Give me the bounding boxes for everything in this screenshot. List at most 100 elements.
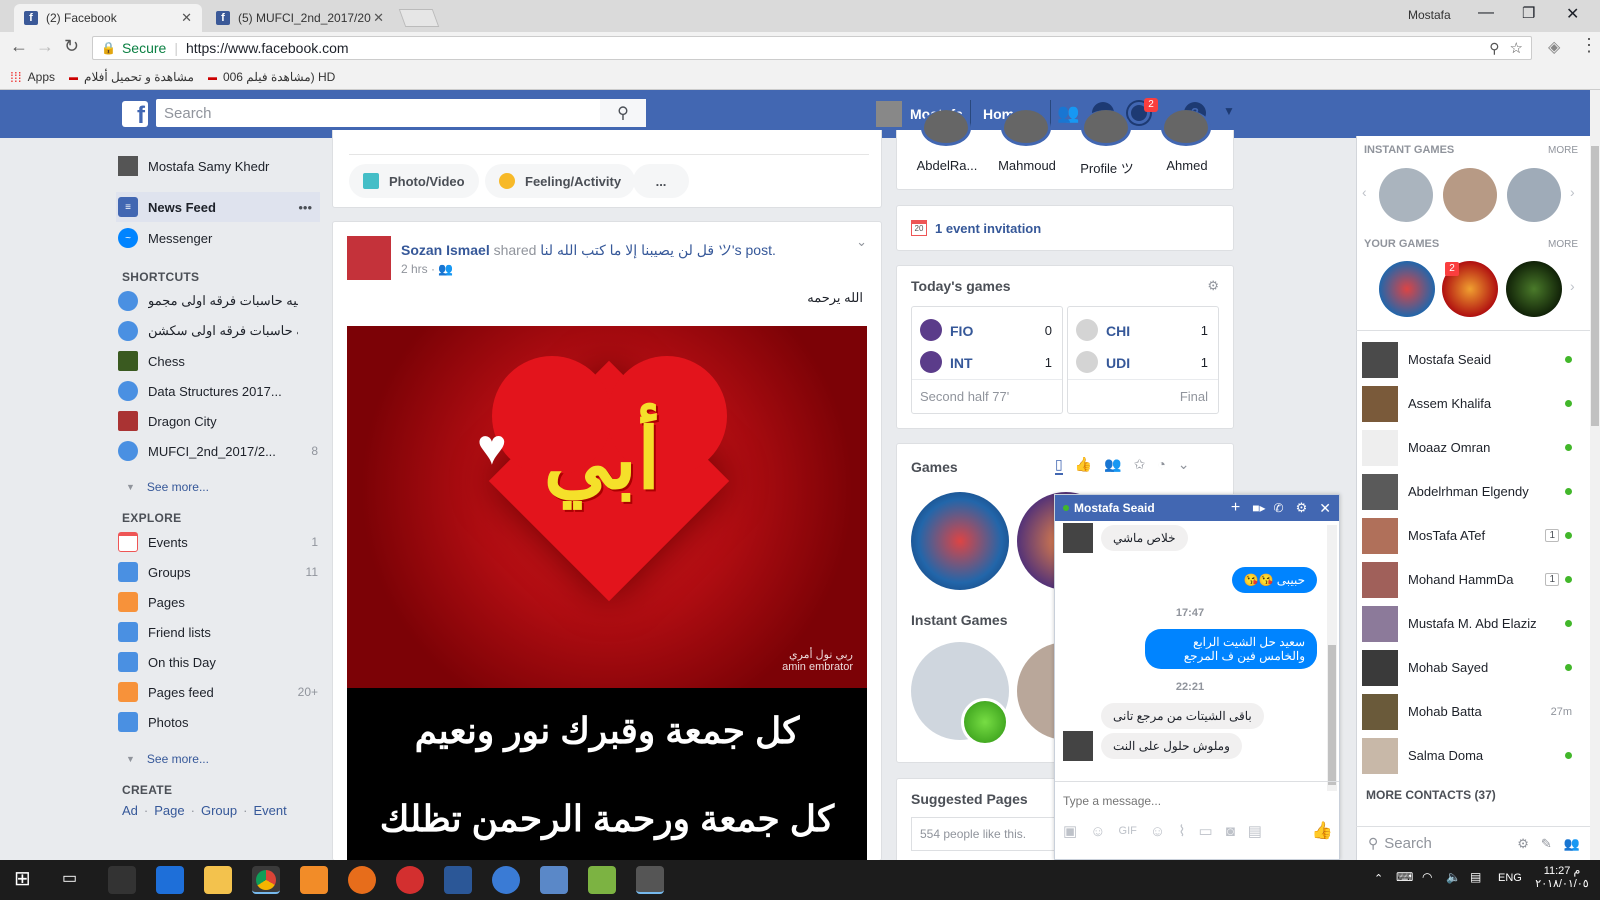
shortcut-item[interactable]: كليه حاسبات فرقه اولى مجمو... [118,286,318,316]
contact-item[interactable]: Salma Doma [1362,734,1572,777]
extension-icon[interactable]: ◈ [1548,37,1560,57]
story-name[interactable]: AbdelRa... [911,158,983,173]
nav-messenger[interactable]: ~ Messenger [118,223,318,253]
facebook-logo-icon[interactable]: f [122,101,148,128]
bookmark-movies[interactable]: مشاهدة و تحميل أفلام [84,70,194,84]
tray-chevron-up-icon[interactable]: ⌃ [1374,872,1383,885]
java-icon[interactable] [636,866,664,894]
firefox-icon[interactable] [348,866,376,894]
avatar[interactable] [876,101,902,127]
story-avatar[interactable] [1081,110,1131,146]
action-center-icon[interactable]: ▤ [1470,870,1481,884]
chevron-right-icon[interactable]: › [1570,278,1575,294]
like-icon[interactable]: 👍 [1075,456,1092,475]
back-arrow-icon[interactable]: ← [10,36,28,57]
sidebar-search[interactable]: ⚲ Search ⚙ ✎ 👥 [1356,826,1590,860]
avatar[interactable] [347,236,391,280]
close-icon[interactable]: ✕ [1319,500,1331,517]
game-icon[interactable]: ▭ [1199,822,1213,840]
story-name[interactable]: Ahmed [1151,158,1223,173]
contact-item[interactable]: Mustafa M. Abd Elaziz [1362,602,1572,645]
contact-item[interactable]: Moaaz Omran [1362,426,1572,469]
edge-icon[interactable] [156,866,184,894]
page-scrollbar[interactable] [1590,90,1600,860]
see-more-explore[interactable]: ▼ See more... [118,744,318,774]
explore-item[interactable]: Pages [118,587,318,617]
attach-icon[interactable]: ⌇ [1178,822,1185,840]
create-ad-link[interactable]: Ad [122,803,138,818]
post-target[interactable]: قل لن يصيبنا إلا ما كتب الله لنا ツ's [540,242,741,258]
explore-item[interactable]: Events 1 [118,527,318,557]
bookmark-film[interactable]: مشاهدة فيلم 006) HD [223,70,335,84]
file-explorer-icon[interactable] [204,866,232,894]
camera-icon[interactable]: ◙ [1226,823,1235,840]
explore-item[interactable]: Pages feed 20+ [118,677,318,707]
app-icon[interactable] [588,866,616,894]
story-avatar[interactable] [1001,110,1051,146]
browser-tab-facebook[interactable]: f (2) Facebook ✕ [14,4,202,32]
bookmark-star-icon[interactable]: ☆ [1510,39,1523,57]
sticker-icon[interactable]: ☺ [1090,823,1105,840]
more-options-icon[interactable]: ••• [298,200,312,215]
story-avatar[interactable] [921,110,971,146]
dev-cpp-icon[interactable] [444,866,472,894]
match-card[interactable]: CHI 1 UDI 1 Final [1067,306,1219,414]
gear-icon[interactable]: ⚙ [1517,836,1529,852]
nav-profile[interactable]: Mostafa Samy Khedr [118,151,318,181]
post-image[interactable]: ♥ أبي ربي نول أمري amin embrator [347,326,867,688]
chevron-down-icon[interactable]: ⌄ [1178,456,1190,475]
feeling-activity-button[interactable]: Feeling/Activity [485,164,636,198]
menu-dots-icon[interactable]: ⋮ [1580,35,1598,56]
new-tab-button[interactable] [398,9,440,27]
post-time[interactable]: 2 hrs · 👥 [401,262,453,276]
gif-icon[interactable]: GIF [1119,825,1137,837]
instant-game-thumb[interactable] [1379,168,1433,222]
story-name[interactable]: Profile ツ [1071,158,1143,177]
story-avatar[interactable] [1161,110,1211,146]
your-games-more[interactable]: MORE [1548,239,1578,250]
chat-header[interactable]: Mostafa Seaid + ■▸ ✆ ⚙ ✕ [1055,495,1339,521]
post-author[interactable]: Sozan Ismael [401,242,490,258]
zoom-icon[interactable]: ⚲ [1489,40,1499,57]
compose-icon[interactable]: ✎ [1541,836,1552,852]
shortcut-item[interactable]: MUFCI_2nd_2017/2... 8 [118,436,318,466]
contact-item[interactable]: Assem Khalifa [1362,382,1572,425]
gear-icon[interactable]: ⚙ [1207,278,1219,294]
address-bar[interactable]: 🔒 Secure | https://www.facebook.com ⚲ ☆ [92,36,1532,60]
contact-item[interactable]: MosTafa ATef 1 [1362,514,1572,557]
create-group-link[interactable]: Group [201,803,237,818]
event-invitation-link[interactable]: 1 event invitation [935,221,1041,236]
match-card[interactable]: FIO 0 INT 1 Second half 77' [911,306,1063,414]
close-window-icon[interactable]: ✕ [1566,4,1579,24]
language-indicator[interactable]: ENG [1498,872,1522,884]
instant-games-more[interactable]: MORE [1548,145,1578,156]
tray-keyboard-icon[interactable]: ⌨ [1396,870,1413,884]
game-thumbnail[interactable] [911,492,1009,590]
photo-video-button[interactable]: Photo/Video [349,164,479,198]
close-tab-icon[interactable]: ✕ [181,10,192,26]
shortcut-item[interactable]: Data Structures 2017... [118,376,318,406]
search-icon[interactable]: ⚲ [600,99,646,127]
app-icon[interactable] [492,866,520,894]
add-person-icon[interactable]: + [1231,499,1240,517]
explore-item[interactable]: On this Day [118,647,318,677]
emoji-icon[interactable]: ☺ [1150,823,1165,840]
volume-icon[interactable]: 🔈 [1446,870,1461,884]
contact-item[interactable]: Mohand HammDa 1 [1362,558,1572,601]
your-game-thumb[interactable] [1506,261,1562,317]
search-input[interactable]: Search ⚲ [156,99,646,127]
nav-news-feed[interactable]: ≡ News Feed ••• [116,192,320,222]
shortcut-item[interactable]: Dragon City [118,406,318,436]
app-icon[interactable] [396,866,424,894]
composer-more-button[interactable]: ... [633,164,689,198]
wifi-icon[interactable]: ◠ [1422,870,1432,884]
explore-item[interactable]: Photos [118,707,318,737]
account-menu-caret-icon[interactable]: ▼ [1223,104,1235,118]
like-thumb-icon[interactable]: 👍 [1312,821,1333,841]
chat-message-input[interactable] [1063,791,1323,811]
star-icon[interactable]: ✩ [1134,456,1146,475]
video-call-icon[interactable]: ■▸ [1252,501,1265,515]
instant-game-thumb[interactable] [1443,168,1497,222]
maximize-icon[interactable]: ❐ [1522,4,1535,22]
clock[interactable]: 11:27 م ٢٠١٨/٠١/٠٥ [1532,864,1592,890]
